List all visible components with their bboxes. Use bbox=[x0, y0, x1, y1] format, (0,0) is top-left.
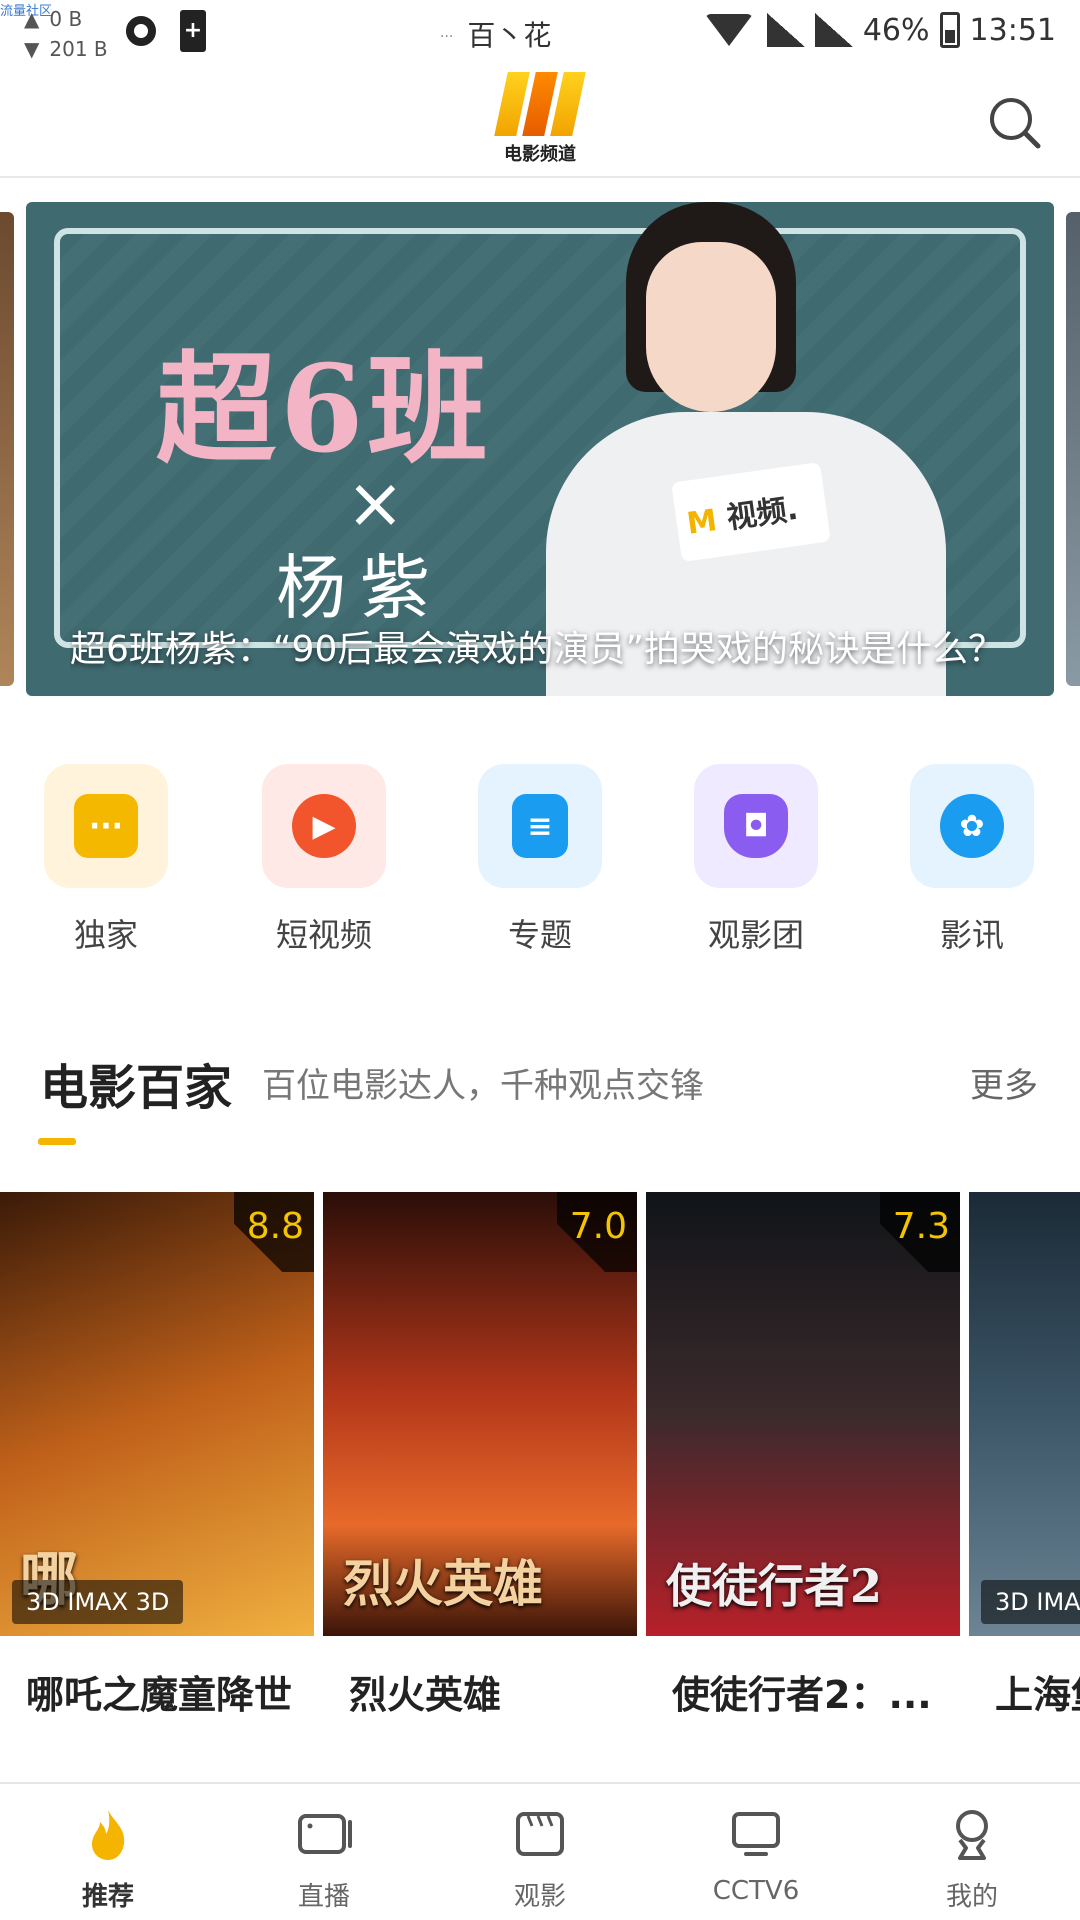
category-icon-box: ≡ bbox=[478, 764, 602, 888]
poster-art-text: 使徒行者2 bbox=[666, 1559, 883, 1613]
search-icon[interactable] bbox=[986, 94, 1042, 150]
clock: 13:51 bbox=[969, 12, 1056, 48]
movie-format-badge: 3D IMAX 3D bbox=[12, 1580, 184, 1624]
carrier-name: 百丶花 bbox=[467, 19, 552, 52]
banner-art-name: 杨紫 bbox=[276, 547, 444, 629]
charging-icon: + bbox=[180, 10, 206, 52]
banner-carousel[interactable]: 超6班 × 杨紫 M 视频. 超6班杨紫：“90后最会演戏的演员”拍哭戏的秘诀是… bbox=[26, 202, 1054, 696]
category-icon-box: ◘ bbox=[694, 764, 818, 888]
flame-icon bbox=[92, 1810, 125, 1860]
category-icon-box: ··· bbox=[44, 764, 168, 888]
dots-icon: ··· bbox=[440, 29, 454, 45]
status-bar: 流量社区 ▲ 0 B ▼ 201 B + ··· 百丶花 46% 13:51 bbox=[0, 0, 1080, 68]
category-label: 短视频 bbox=[275, 916, 372, 954]
banner-prev-peek[interactable] bbox=[0, 212, 14, 686]
movie-rating: 8.8 bbox=[234, 1192, 314, 1272]
movie-rating: 7.3 bbox=[880, 1192, 960, 1272]
network-speed: ▲ 0 B ▼ 201 B bbox=[24, 4, 108, 64]
wifi-icon bbox=[704, 14, 753, 46]
movie-title: 哪吒之魔童降世 bbox=[26, 1673, 293, 1717]
category-label: 专题 bbox=[507, 916, 572, 954]
battery-icon bbox=[939, 12, 960, 48]
app-header: 电影频道 bbox=[0, 68, 1080, 178]
download-arrow-icon: ▼ bbox=[24, 37, 40, 61]
upload-arrow-icon: ▲ bbox=[24, 7, 40, 31]
movie-poster-image: 哪 8.8 3D IMAX 3D bbox=[0, 1192, 314, 1636]
tab-recommend[interactable]: 推荐 bbox=[28, 1804, 188, 1913]
category-label: 独家 bbox=[73, 916, 138, 954]
movie-title: 使徒行者2：... bbox=[672, 1673, 932, 1717]
carrier: ··· 百丶花 bbox=[440, 14, 551, 54]
tab-label: CCTV6 bbox=[712, 1876, 800, 1906]
status-right: 46% 13:51 bbox=[704, 12, 1056, 48]
movie-rating: 7.0 bbox=[557, 1192, 637, 1272]
download-speed: 201 B bbox=[49, 37, 108, 61]
profile-icon bbox=[956, 1810, 988, 1860]
upload-speed: 0 B bbox=[49, 7, 83, 31]
category-grid: ··· 独家 ▶ 短视频 ≡ 专题 ◘ 观影团 ✿ 影讯 bbox=[0, 764, 1080, 964]
movie-title: 烈火英雄 bbox=[349, 1673, 502, 1717]
movie-poster-image: 烈火英雄 7.0 bbox=[323, 1192, 637, 1636]
tab-label: 推荐 bbox=[81, 1882, 134, 1912]
banner-caption: 超6班杨紫：“90后最会演戏的演员”拍哭戏的秘诀是什么？ bbox=[70, 629, 1005, 670]
vr-headset-icon: ◘ bbox=[724, 794, 788, 858]
category-exclusive[interactable]: ··· 独家 bbox=[44, 764, 168, 956]
topic-icon: ≡ bbox=[512, 794, 568, 858]
category-icon-box: ✿ bbox=[910, 764, 1034, 888]
signal-icon-2 bbox=[814, 13, 853, 47]
category-label: 观影团 bbox=[707, 916, 804, 954]
tab-label: 直播 bbox=[297, 1882, 350, 1912]
movie-title: 上海堡垒 bbox=[995, 1673, 1080, 1717]
movie-card[interactable]: 烈火英雄 7.0 烈火英雄 bbox=[323, 1192, 637, 1719]
category-topic[interactable]: ≡ 专题 bbox=[478, 764, 602, 956]
logo-m-icon bbox=[494, 72, 586, 136]
section-subtitle: 百位电影达人，千种观点交锋 bbox=[262, 1066, 704, 1106]
bottom-tab-bar: 推荐 直播 观影 CCTV6 我的 bbox=[0, 1782, 1080, 1920]
category-icon-box: ▶ bbox=[262, 764, 386, 888]
tab-cctv6[interactable]: CCTV6 bbox=[676, 1804, 836, 1906]
record-icon bbox=[126, 16, 156, 46]
section-underline bbox=[38, 1138, 76, 1145]
category-label: 影讯 bbox=[939, 916, 1004, 954]
tab-label: 观影 bbox=[513, 1882, 566, 1912]
movie-poster-image: 3D IMA bbox=[969, 1192, 1080, 1636]
tab-watch[interactable]: 观影 bbox=[460, 1804, 620, 1913]
tab-label: 我的 bbox=[945, 1882, 998, 1912]
category-viewing-group[interactable]: ◘ 观影团 bbox=[694, 764, 818, 956]
category-movie-news[interactable]: ✿ 影讯 bbox=[910, 764, 1034, 956]
logo-text: 电影频道 bbox=[504, 144, 576, 165]
movie-poster-image: 使徒行者2 7.3 bbox=[646, 1192, 960, 1636]
clapper-icon bbox=[516, 1812, 564, 1856]
tab-mine[interactable]: 我的 bbox=[892, 1804, 1052, 1913]
app-logo[interactable]: 电影频道 bbox=[492, 72, 588, 172]
tv-live-icon bbox=[298, 1814, 352, 1854]
monitor-icon bbox=[732, 1812, 780, 1856]
battery-percent: 46% bbox=[862, 12, 930, 48]
signal-icon bbox=[766, 13, 805, 47]
play-circle-icon: ▶ bbox=[292, 794, 356, 858]
tab-live[interactable]: 直播 bbox=[244, 1804, 404, 1913]
banner-next-peek[interactable] bbox=[1066, 212, 1080, 686]
movie-card[interactable]: 使徒行者2 7.3 使徒行者2：... bbox=[646, 1192, 960, 1719]
category-short-video[interactable]: ▶ 短视频 bbox=[262, 764, 386, 956]
more-link[interactable]: 更多 bbox=[970, 1058, 1038, 1107]
movie-card[interactable]: 3D IMA 上海堡垒 bbox=[969, 1192, 1080, 1719]
film-reel-icon: ✿ bbox=[940, 794, 1004, 858]
mic-text: 视频. bbox=[724, 491, 801, 537]
banner-art-title: 超6班 bbox=[156, 339, 492, 480]
movie-format-badge: 3D IMA bbox=[981, 1580, 1080, 1624]
movie-list: 哪 8.8 3D IMAX 3D 哪吒之魔童降世 烈火英雄 7.0 烈火英雄 使… bbox=[0, 1192, 1080, 1742]
section-title: 电影百家 bbox=[40, 1060, 233, 1116]
chat-dots-icon: ··· bbox=[74, 794, 138, 858]
movie-card[interactable]: 哪 8.8 3D IMAX 3D 哪吒之魔童降世 bbox=[0, 1192, 314, 1719]
poster-art-text: 烈火英雄 bbox=[343, 1554, 543, 1613]
